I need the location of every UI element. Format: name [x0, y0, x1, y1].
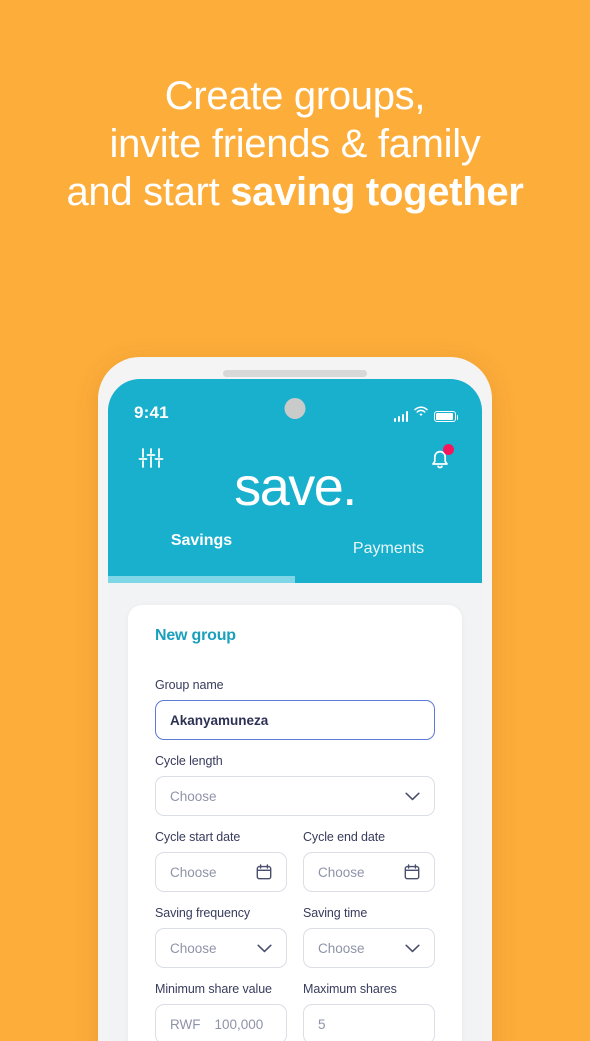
phone-screen: 9:41 save. Savings Payments New group Gr…	[108, 379, 482, 1041]
field-saving-time: Saving time Choose	[303, 906, 435, 968]
app-header: 9:41 save. Savings Payments	[108, 379, 482, 583]
cycle-end-date-input[interactable]: Choose	[303, 852, 435, 892]
field-cycle-start-date: Cycle start date Choose	[155, 830, 287, 892]
headline-line-3-emphasis: saving together	[230, 170, 524, 214]
marketing-headline: Create groups, invite friends & family a…	[0, 72, 590, 216]
currency-prefix: RWF	[170, 1016, 201, 1032]
headline-line-3: and start saving together	[0, 168, 590, 216]
field-maximum-shares: Maximum shares 5	[303, 982, 435, 1041]
chevron-down-icon	[405, 792, 420, 801]
field-minimum-share-value-label: Minimum share value	[155, 982, 272, 996]
tab-savings[interactable]: Savings	[108, 527, 295, 583]
field-cycle-length-label: Cycle length	[155, 754, 223, 768]
field-minimum-share-value: Minimum share value RWF 100,000	[155, 982, 287, 1041]
group-name-input[interactable]: Akanyamuneza	[155, 700, 435, 740]
field-maximum-shares-label: Maximum shares	[303, 982, 397, 996]
status-bar: 9:41	[108, 379, 482, 437]
saving-frequency-placeholder: Choose	[170, 940, 217, 956]
saving-schedule-row: Saving frequency Choose Saving time Choo…	[155, 906, 435, 982]
cycle-start-date-placeholder: Choose	[170, 864, 217, 880]
field-cycle-end-date: Cycle end date Choose	[303, 830, 435, 892]
signal-icon	[393, 411, 408, 422]
new-group-card: New group Group name Akanyamuneza Cycle …	[128, 605, 462, 1041]
tab-payments[interactable]: Payments	[295, 527, 482, 583]
minimum-share-value-input[interactable]: RWF 100,000	[155, 1004, 287, 1041]
card-title: New group	[155, 627, 236, 644]
group-name-value: Akanyamuneza	[170, 712, 269, 728]
cycle-length-select[interactable]: Choose	[155, 776, 435, 816]
field-saving-frequency-label: Saving frequency	[155, 906, 250, 920]
headline-line-1: Create groups,	[164, 74, 426, 118]
maximum-shares-value: 5	[318, 1016, 326, 1032]
field-group-name: Group name Akanyamuneza	[155, 678, 435, 740]
active-tab-indicator	[108, 576, 295, 583]
saving-time-select[interactable]: Choose	[303, 928, 435, 968]
battery-icon	[434, 411, 459, 422]
notification-badge	[443, 443, 454, 455]
saving-frequency-select[interactable]: Choose	[155, 928, 287, 968]
status-bar-icons	[393, 394, 459, 422]
phone-mockup: 9:41 save. Savings Payments New group Gr…	[98, 357, 492, 1041]
status-bar-time: 9:41	[134, 403, 169, 422]
maximum-shares-input[interactable]: 5	[303, 1004, 435, 1041]
field-cycle-length: Cycle length Choose	[155, 754, 435, 816]
tab-bar: Savings Payments	[108, 527, 482, 583]
cycle-end-date-placeholder: Choose	[318, 864, 365, 880]
tab-payments-label: Payments	[352, 540, 425, 557]
cycle-length-placeholder: Choose	[170, 788, 217, 804]
shares-row: Minimum share value RWF 100,000 Maximum …	[155, 982, 435, 1041]
field-cycle-end-date-label: Cycle end date	[303, 830, 385, 844]
saving-time-placeholder: Choose	[318, 940, 365, 956]
minimum-share-value: 100,000	[214, 1016, 264, 1032]
chevron-down-icon	[257, 944, 272, 953]
tab-savings-label: Savings	[170, 532, 233, 549]
calendar-icon	[404, 864, 420, 880]
field-saving-time-label: Saving time	[303, 906, 368, 920]
headline-line-3-prefix: and start	[66, 170, 231, 214]
cycle-start-date-input[interactable]: Choose	[155, 852, 287, 892]
headline-line-2: invite friends & family	[109, 122, 481, 166]
chevron-down-icon	[405, 944, 420, 953]
wifi-icon	[414, 404, 428, 422]
app-logo: save.	[234, 457, 357, 517]
calendar-icon	[256, 864, 272, 880]
field-saving-frequency: Saving frequency Choose	[155, 906, 287, 968]
phone-speaker	[223, 370, 367, 377]
field-group-name-label: Group name	[155, 678, 224, 692]
cycle-dates-row: Cycle start date Choose Cycle end date C…	[155, 830, 435, 906]
field-cycle-start-date-label: Cycle start date	[155, 830, 241, 844]
